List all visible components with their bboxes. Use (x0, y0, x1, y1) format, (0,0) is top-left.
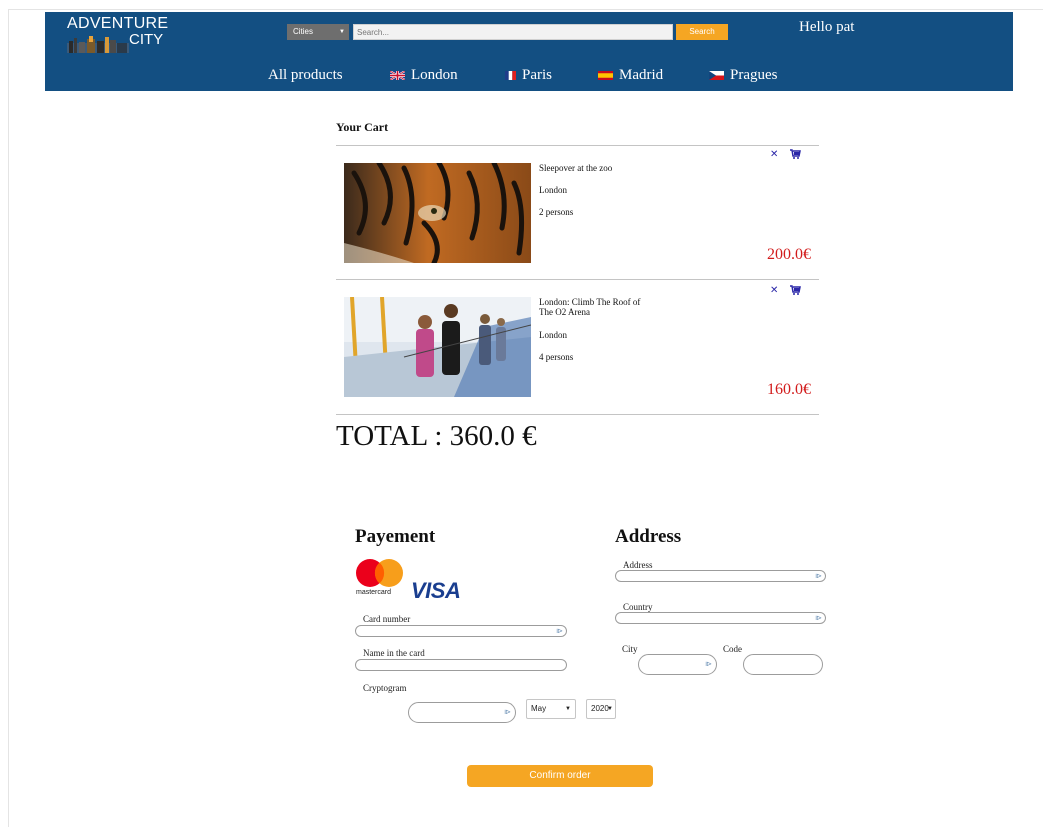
item-persons: 2 persons (539, 207, 574, 217)
site-logo[interactable]: ADVENTURE CITY (67, 15, 177, 59)
item-price: 200.0€ (767, 246, 811, 263)
nav-label: All products (268, 67, 343, 83)
uk-flag-icon (390, 71, 405, 80)
site-header: ADVENTURE CITY Cities ▼ Search Hello pat… (45, 12, 1013, 91)
nav-label: Pragues (730, 67, 778, 83)
cart-icon[interactable] (790, 149, 802, 162)
code-label: Code (723, 644, 742, 654)
visa-logo: VISA (411, 578, 461, 603)
autofill-icon: ⧐ (815, 614, 822, 622)
page-border-top (8, 9, 1043, 10)
card-name-label: Name in the card (363, 648, 425, 658)
tiger-photo[interactable] (344, 163, 531, 263)
nav-all-products[interactable]: All products (268, 67, 343, 84)
cart-total: TOTAL : 360.0 € (336, 420, 537, 452)
card-name-input[interactable] (355, 659, 567, 671)
divider (336, 279, 819, 280)
expiry-month-select[interactable]: May ▼ (526, 699, 576, 719)
chevron-down-icon: ▼ (607, 706, 613, 712)
nav-paris[interactable]: Paris (505, 67, 552, 84)
search-button[interactable]: Search (676, 24, 728, 40)
city-input[interactable]: ⧐ (638, 654, 717, 675)
nav-london[interactable]: London (390, 67, 458, 84)
nav-madrid[interactable]: Madrid (598, 67, 663, 84)
address-input[interactable]: ⧐ (615, 570, 826, 582)
expiry-month-value: May (531, 704, 547, 713)
user-greeting: Hello pat (799, 19, 855, 35)
payment-title: Payement (355, 526, 436, 547)
autofill-icon: ⧐ (815, 572, 822, 580)
close-icon[interactable]: ✕ (770, 149, 778, 162)
item-name: Sleepover at the zoo (539, 163, 613, 173)
card-number-input[interactable]: ⧐ (355, 625, 567, 637)
confirm-order-button[interactable]: Confirm order (467, 765, 653, 787)
city-nav: All products London Paris Madrid Pragues (45, 67, 1013, 89)
item-name: London: Climb The Roof of The O2 Arena (539, 297, 641, 317)
postal-code-input[interactable] (743, 654, 823, 675)
page-border-left (8, 9, 9, 827)
chevron-down-icon: ▼ (339, 29, 345, 35)
country-input[interactable]: ⧐ (615, 612, 826, 624)
divider (336, 414, 819, 415)
czech-flag-icon (709, 71, 724, 80)
mastercard-logo-icon (355, 558, 409, 593)
city-select[interactable]: Cities ▼ (287, 24, 349, 40)
france-flag-icon (505, 71, 516, 80)
cryptogram-label: Cryptogram (363, 683, 407, 693)
item-city: London (539, 185, 567, 195)
autofill-icon: ⧐ (504, 708, 511, 716)
spain-flag-icon (598, 71, 613, 80)
close-icon[interactable]: ✕ (770, 285, 778, 298)
item-city: London (539, 330, 567, 340)
divider (336, 145, 819, 146)
search-input[interactable] (353, 24, 673, 40)
nav-pragues[interactable]: Pragues (709, 67, 778, 84)
mastercard-label: mastercard (356, 589, 392, 596)
cart-icon[interactable] (790, 285, 802, 298)
cryptogram-input[interactable]: ⧐ (408, 702, 516, 723)
autofill-icon: ⧐ (556, 627, 563, 635)
autofill-icon: ⧐ (705, 660, 712, 668)
chevron-down-icon: ▼ (565, 706, 571, 712)
item-actions: ✕ (770, 149, 802, 162)
logo-text-city: CITY (129, 31, 164, 48)
nav-label: Madrid (619, 67, 664, 83)
logo-city-art-icon (67, 36, 129, 53)
nav-label: London (411, 67, 458, 83)
address-title: Address (615, 526, 682, 547)
cart-title: Your Cart (336, 120, 389, 134)
item-actions: ✕ (770, 285, 802, 298)
item-persons: 4 persons (539, 352, 574, 362)
nav-label: Paris (522, 67, 552, 83)
city-select-value: Cities (293, 27, 314, 36)
country-label: Country (623, 602, 653, 612)
address-label: Address (623, 560, 653, 570)
city-label: City (622, 644, 638, 654)
card-number-label: Card number (363, 614, 411, 624)
roof-climb-photo[interactable] (344, 297, 531, 397)
item-price: 160.0€ (767, 381, 811, 398)
expiry-year-select[interactable]: 2020 ▼ (586, 699, 616, 719)
